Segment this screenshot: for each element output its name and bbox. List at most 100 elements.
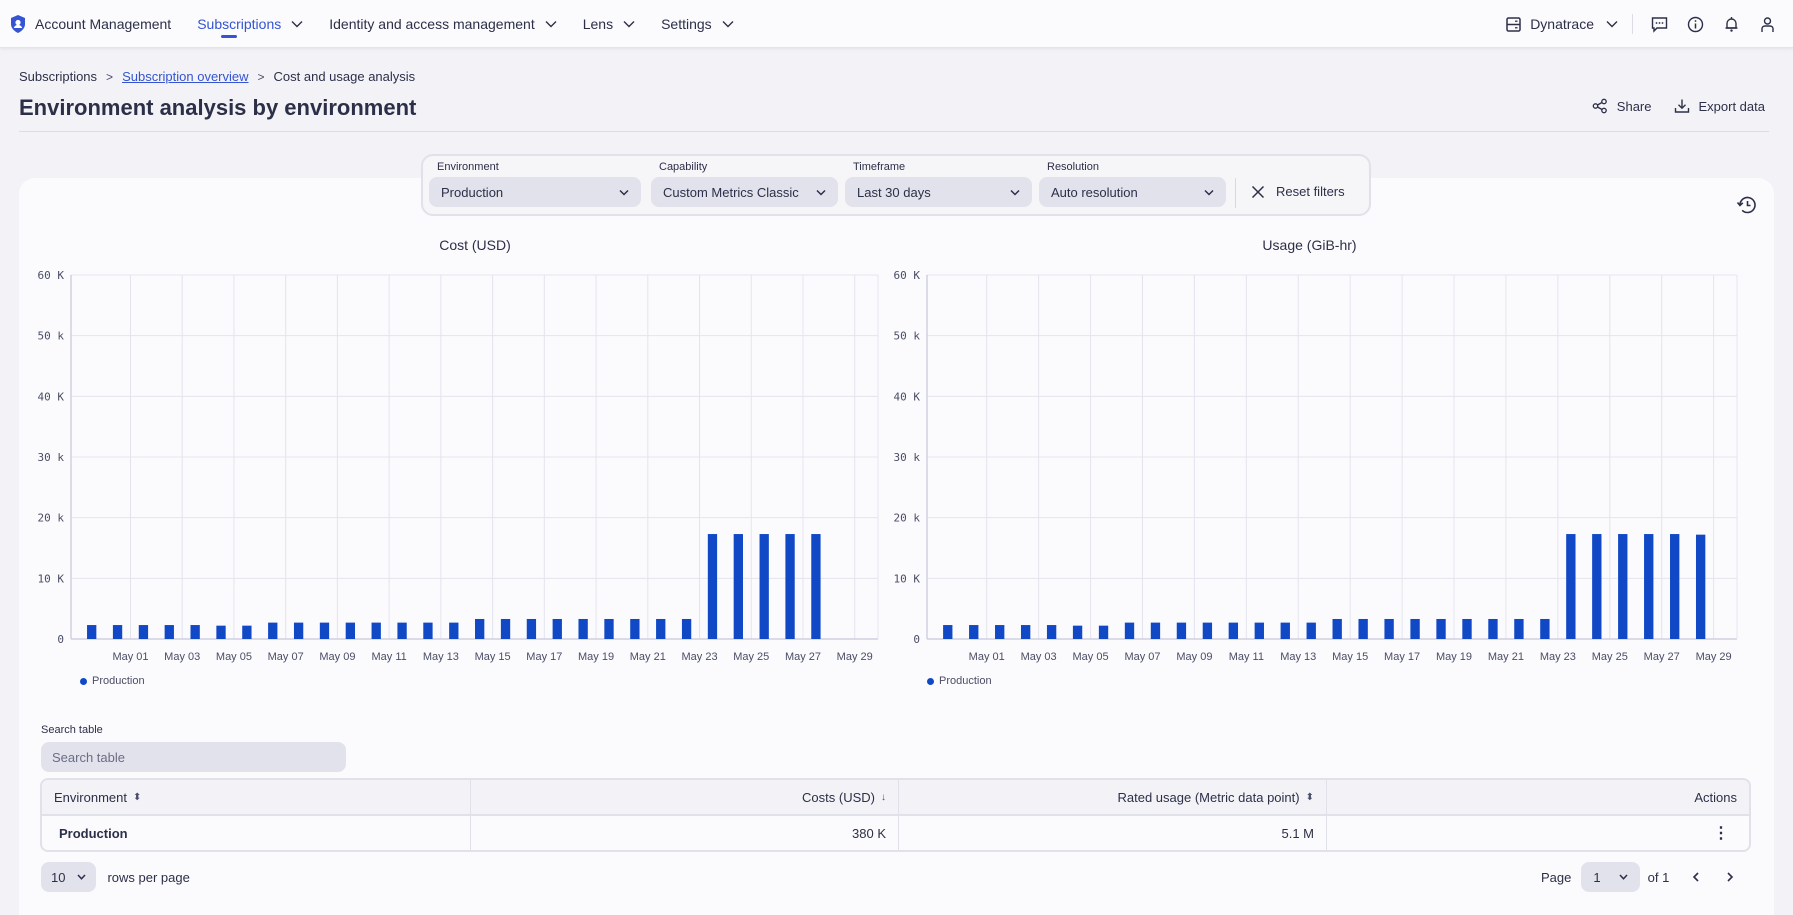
previous-page-button[interactable]	[1685, 862, 1707, 892]
export-data-label: Export data	[1698, 98, 1766, 114]
environment-select[interactable]: Production	[429, 177, 641, 207]
nav-item-settings[interactable]: Settings	[661, 0, 734, 48]
notifications-button[interactable]	[1721, 14, 1741, 34]
page-label: Page	[1541, 869, 1572, 885]
nav-item-identity[interactable]: Identity and access management	[329, 0, 557, 48]
rows-per-page-label: rows per page	[107, 869, 190, 885]
rows-per-page-value: 10	[51, 869, 66, 885]
column-header-costs[interactable]: Costs (USD) ↓	[471, 780, 899, 814]
share-button[interactable]: Share	[1592, 98, 1652, 114]
nav-item-label: Lens	[582, 15, 614, 32]
account-shield-icon	[11, 14, 25, 33]
chevron-down-icon	[1606, 21, 1618, 28]
bell-icon	[1725, 16, 1737, 32]
resolution-select[interactable]: Auto resolution	[1039, 177, 1226, 207]
timeframe-select[interactable]: Last 30 days	[845, 177, 1032, 207]
column-header-actions: Actions	[1327, 780, 1749, 814]
brand[interactable]: Account Management	[10, 0, 171, 48]
reset-filters-button[interactable]: Reset filters	[1251, 184, 1345, 199]
cost-chart-title: Cost (USD)	[439, 237, 511, 253]
breadcrumb: Subscriptions > Subscription overview > …	[19, 69, 415, 84]
chevron-down-icon	[619, 189, 629, 196]
cell-environment: Production	[42, 816, 471, 850]
export-data-button[interactable]: Export data	[1674, 98, 1766, 114]
cost-chart-legend[interactable]: Production	[80, 675, 145, 687]
user-menu-button[interactable]	[1757, 14, 1777, 34]
breadcrumb-subscriptions[interactable]: Subscriptions	[19, 69, 97, 84]
info-button[interactable]	[1685, 14, 1705, 34]
table-header: Environment ⬍ Costs (USD) ↓ Rated usage …	[42, 780, 1749, 816]
chevron-down-icon	[1204, 189, 1214, 196]
feedback-button[interactable]	[1649, 14, 1669, 34]
environment-table: Environment ⬍ Costs (USD) ↓ Rated usage …	[40, 778, 1751, 852]
server-icon	[1506, 16, 1521, 32]
chevron-down-icon	[545, 20, 557, 27]
history-icon[interactable]	[1736, 194, 1758, 216]
table-row[interactable]: Production 380 K 5.1 M ⋮	[42, 816, 1749, 850]
cell-costs: 380 K	[471, 816, 899, 850]
share-icon	[1592, 98, 1607, 114]
nav-item-subscriptions[interactable]: Subscriptions	[197, 0, 303, 48]
divider	[1632, 14, 1633, 34]
environment-select-value: Production	[441, 184, 504, 200]
page-select-value: 1	[1593, 869, 1601, 885]
capability-select[interactable]: Custom Metrics Classic	[651, 177, 838, 207]
nav-item-lens[interactable]: Lens	[583, 0, 635, 48]
download-icon	[1674, 99, 1689, 113]
column-header-label: Rated usage (Metric data point)	[1117, 789, 1300, 805]
more-actions-icon[interactable]: ⋮	[1713, 823, 1737, 843]
legend-swatch	[927, 677, 934, 685]
capability-filter-label: Capability	[659, 161, 708, 173]
search-table-input[interactable]	[41, 742, 346, 772]
sort-icon: ⬍	[1305, 791, 1314, 803]
next-page-button[interactable]	[1719, 862, 1741, 892]
page-select[interactable]: 1	[1581, 862, 1640, 892]
info-icon	[1687, 16, 1703, 32]
search-table-label: Search table	[41, 724, 103, 736]
cell-actions: ⋮	[1327, 816, 1749, 850]
page-title: Environment analysis by environment	[19, 95, 417, 120]
chevron-down-icon	[1619, 874, 1628, 880]
user-icon	[1760, 16, 1774, 32]
legend-swatch	[80, 677, 87, 685]
title-divider	[19, 131, 1769, 132]
sort-icon: ⬍	[132, 791, 142, 803]
breadcrumb-separator: >	[257, 69, 265, 84]
chevron-down-icon	[291, 20, 303, 27]
legend-label: Production	[92, 675, 145, 687]
column-header-environment[interactable]: Environment ⬍	[42, 780, 471, 814]
sort-descending-icon: ↓	[881, 791, 886, 803]
chevron-down-icon	[77, 874, 87, 880]
nav-item-label: Identity and access management	[329, 15, 535, 32]
chevron-right-icon	[1727, 872, 1734, 882]
resolution-filter: Resolution Auto resolution	[1039, 161, 1226, 207]
capability-filter: Capability Custom Metrics Classic	[651, 161, 838, 207]
nav-item-label: Subscriptions	[197, 15, 282, 32]
filter-bar: Environment Production Capability Custom…	[421, 154, 1371, 216]
page-count: of 1	[1647, 869, 1670, 885]
environment-filter: Environment Production	[429, 161, 641, 207]
column-header-label: Environment	[54, 789, 127, 805]
cell-rated-usage: 5.1 M	[899, 816, 1327, 850]
page-scrollbar[interactable]	[1774, 178, 1793, 915]
column-header-rated-usage[interactable]: Rated usage (Metric data point) ⬍	[899, 780, 1327, 814]
environment-name: Dynatrace	[1530, 16, 1594, 32]
chevron-left-icon	[1693, 872, 1699, 882]
capability-select-value: Custom Metrics Classic	[663, 184, 799, 200]
rows-per-page: 10 rows per page	[41, 862, 190, 892]
top-nav: Account Management Subscriptions Identit…	[0, 0, 1793, 48]
breadcrumb-separator: >	[106, 69, 114, 84]
rows-per-page-select[interactable]: 10	[41, 862, 97, 892]
resolution-filter-label: Resolution	[1047, 161, 1099, 173]
environment-switcher[interactable]: Dynatrace	[1506, 16, 1618, 32]
breadcrumb-current: Cost and usage analysis	[273, 69, 416, 84]
column-header-label: Costs (USD)	[802, 789, 875, 805]
chevron-down-icon	[1010, 189, 1020, 196]
breadcrumb-subscription-overview[interactable]: Subscription overview	[122, 69, 248, 84]
feedback-icon	[1651, 16, 1667, 33]
timeframe-filter: Timeframe Last 30 days	[845, 161, 1032, 207]
share-label: Share	[1616, 98, 1652, 114]
usage-chart-legend[interactable]: Production	[927, 675, 992, 687]
timeframe-filter-label: Timeframe	[853, 161, 906, 173]
chevron-down-icon	[816, 189, 826, 196]
